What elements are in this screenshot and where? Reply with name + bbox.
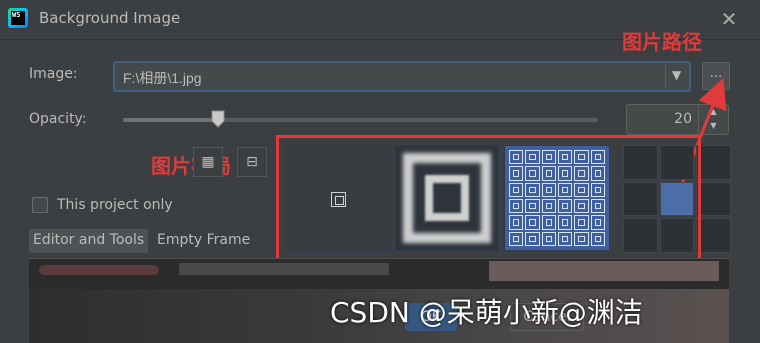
image-path-value: F:\相册\1.jpg bbox=[123, 70, 202, 86]
logo-text: WS bbox=[11, 11, 25, 25]
this-project-only-label[interactable]: This project only bbox=[57, 197, 173, 213]
opacity-label: Opacity: bbox=[29, 111, 87, 127]
opacity-slider-fill bbox=[123, 118, 218, 122]
annotation-image-path: 图片路径 bbox=[622, 30, 702, 54]
webstorm-logo-icon: WS bbox=[8, 8, 28, 28]
this-project-only-checkbox[interactable] bbox=[32, 197, 48, 213]
annotation-highlight-box bbox=[276, 135, 701, 265]
tile-layout-icon[interactable]: ▦ bbox=[193, 147, 223, 177]
opacity-slider[interactable] bbox=[123, 118, 598, 122]
anchor-cell[interactable] bbox=[696, 145, 731, 180]
csdn-watermark: CSDN @呆萌小新@渊洁 bbox=[330, 296, 643, 329]
split-layout-icon[interactable]: ⊟ bbox=[237, 147, 267, 177]
anchor-cell[interactable] bbox=[696, 181, 731, 217]
opacity-slider-thumb[interactable] bbox=[211, 110, 225, 128]
preview-blur-1 bbox=[39, 265, 159, 275]
dialog-title: Background Image bbox=[39, 9, 181, 27]
preview-blur-3 bbox=[489, 261, 719, 281]
tab-editor-and-tools[interactable]: Editor and Tools bbox=[29, 229, 149, 253]
tab-empty-frame[interactable]: Empty Frame bbox=[153, 229, 254, 253]
anchor-cell[interactable] bbox=[696, 218, 731, 253]
image-path-combobox[interactable]: F:\相册\1.jpg ▼ bbox=[113, 61, 691, 92]
preview-blur-2 bbox=[179, 263, 389, 275]
image-label: Image: bbox=[29, 66, 78, 82]
close-icon[interactable]: ✕ bbox=[716, 6, 742, 32]
